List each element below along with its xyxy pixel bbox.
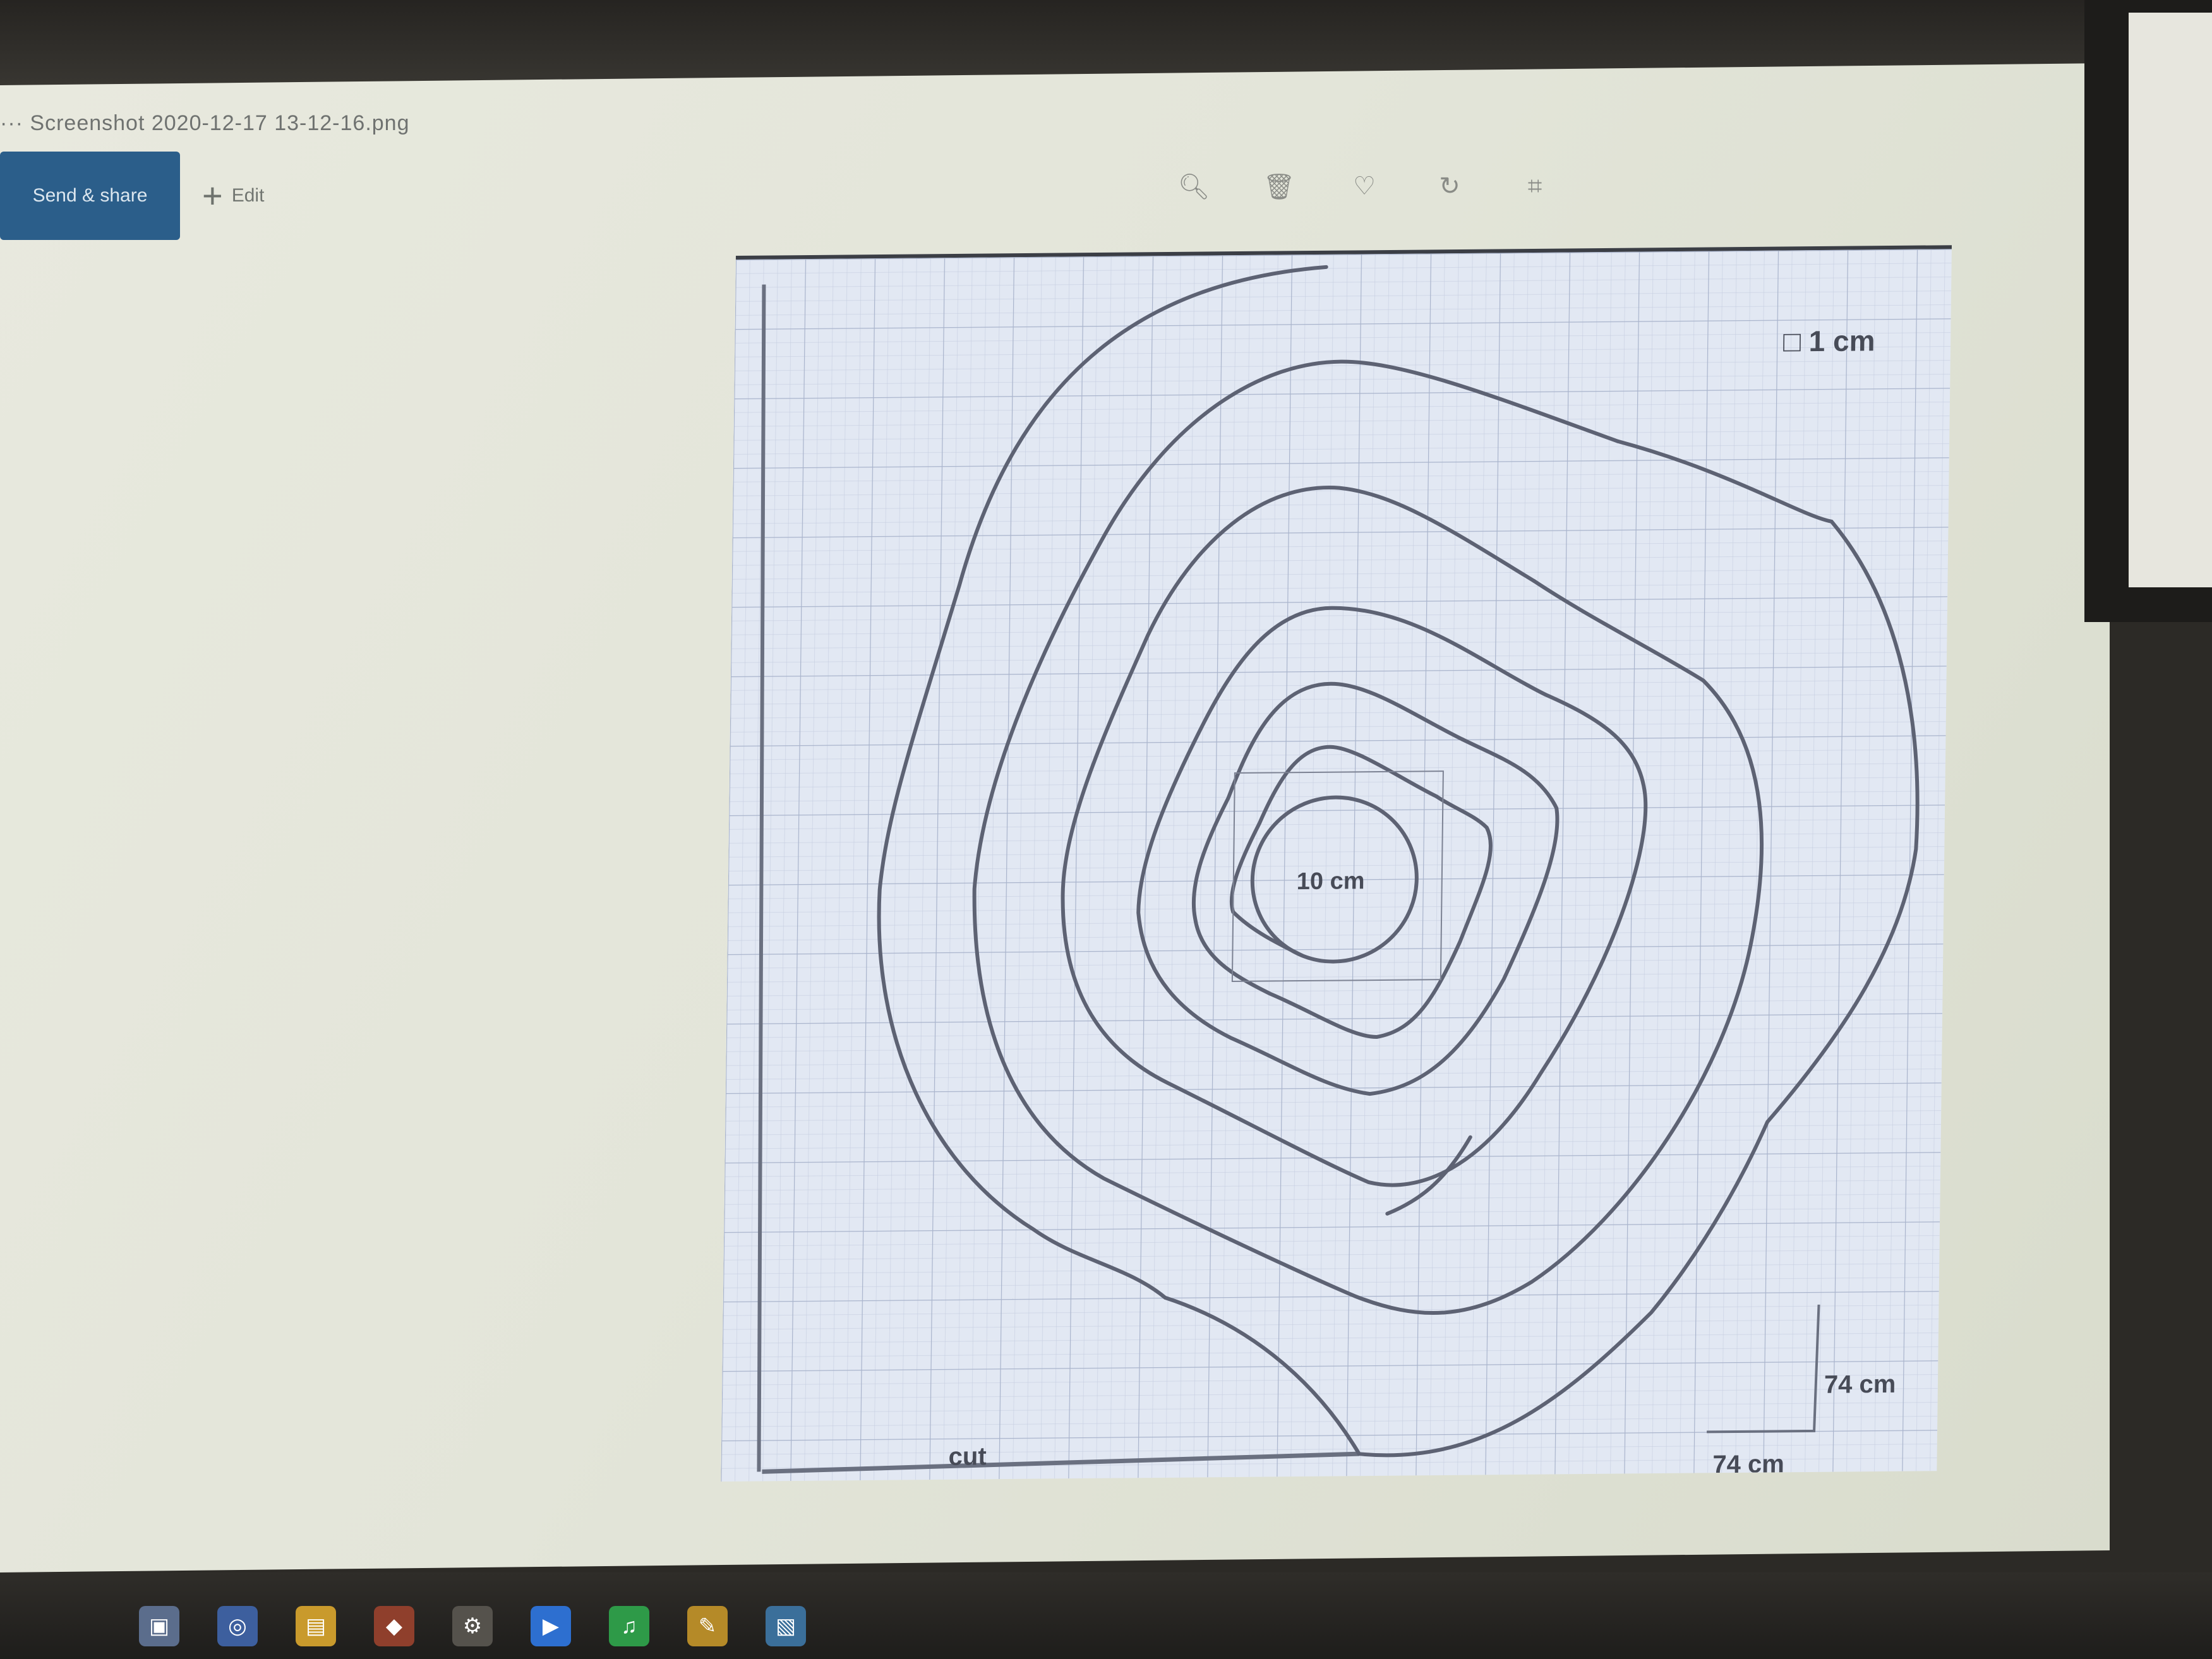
grid [721,249,1952,1482]
taskbar-icons: ▣ ◎ ▤ ◆ ⚙ ▶ ♫ ✎ ▧ [139,1598,806,1655]
rotate-icon[interactable]: ↻ [1431,167,1469,205]
secondary-window-content [2129,13,2212,587]
scale-label: □ 1 cm [1783,324,1875,357]
zoom-icon[interactable]: ▶ [531,1606,571,1646]
spotify-icon[interactable]: ♫ [609,1606,649,1646]
plus-icon: + [202,176,223,215]
send-share-button[interactable]: Send & share [0,152,180,240]
start-icon[interactable]: ▣ [139,1606,179,1646]
edit-button-label: Edit [231,185,265,206]
crop-icon[interactable]: ⌗ [1516,167,1554,205]
files-icon[interactable]: ▤ [296,1606,336,1646]
pattern-svg: □ 1 cm 10 cm 74 cm 74 cm cut [721,249,1952,1482]
window-title: ··· Screenshot 2020-12-17 13-12-16.png [0,111,410,135]
center-label: 10 cm [1297,868,1365,895]
chrome-icon[interactable]: ◎ [217,1606,258,1646]
settings-icon[interactable]: ⚙ [452,1606,493,1646]
photos-icon[interactable]: ▧ [766,1606,806,1646]
heart-icon[interactable]: ♡ [1345,167,1383,205]
cut-label: cut [948,1442,987,1471]
edit-button[interactable]: + Edit [202,164,264,227]
image-toolbar: 🔍︎ 🗑︎ ♡ ↻ ⌗ [1175,164,1554,208]
vertical-dimension-label: 74 cm [1824,1370,1896,1399]
paint-icon[interactable]: ✎ [687,1606,728,1646]
pattern-image: □ 1 cm 10 cm 74 cm 74 cm cut [721,245,1952,1482]
search-icon[interactable]: 🔍︎ [1175,167,1213,205]
trash-icon[interactable]: 🗑︎ [1260,167,1298,205]
app-icon[interactable]: ◆ [374,1606,414,1646]
